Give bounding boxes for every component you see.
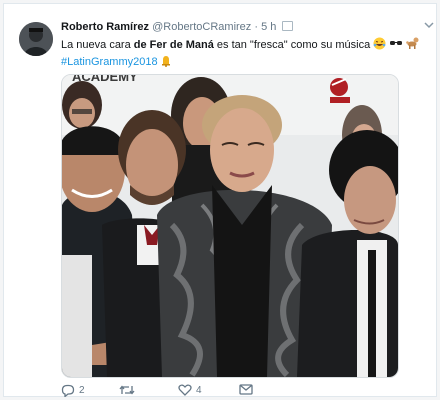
tweet-text-bold: de Fer de Maná xyxy=(133,39,214,51)
like-count: 4 xyxy=(196,384,202,396)
reply-count: 2 xyxy=(79,385,85,396)
tweet-text-pre: La nueva cara xyxy=(61,39,134,51)
tweet-text-post: es tan "fresca" como su música xyxy=(213,39,371,51)
translate-icon[interactable] xyxy=(282,21,294,31)
retweet-icon[interactable] xyxy=(119,384,135,396)
tweet-photo[interactable]: ACADEMY xyxy=(61,74,399,378)
reply-icon[interactable] xyxy=(61,384,75,397)
message-action[interactable] xyxy=(239,384,253,395)
tweet-header: Roberto Ramírez @RobertoCRamirez · 5 h xyxy=(61,21,294,33)
like-action[interactable]: 4 xyxy=(178,384,202,396)
group-photo: ACADEMY xyxy=(62,75,398,377)
separator: · xyxy=(254,21,259,33)
message-icon[interactable] xyxy=(239,384,253,395)
bell-emoji xyxy=(161,55,171,72)
like-icon[interactable] xyxy=(178,384,192,396)
tweet-card: Roberto Ramírez @RobertoCRamirez · 5 h L… xyxy=(3,3,437,397)
chevron-down-icon[interactable] xyxy=(424,21,434,31)
sunglasses-emoji xyxy=(389,37,403,55)
avatar[interactable] xyxy=(19,22,53,56)
tweet-text: La nueva cara de Fer de Maná es tan "fre… xyxy=(61,37,431,72)
reply-action[interactable]: 2 xyxy=(61,384,85,397)
laughing-emoji xyxy=(373,37,386,55)
hashtag-link[interactable]: #LatinGrammy2018 xyxy=(61,56,158,68)
author-name[interactable]: Roberto Ramírez xyxy=(61,21,149,33)
retweet-action[interactable] xyxy=(119,384,139,396)
author-handle[interactable]: @RobertoCRamirez xyxy=(152,21,251,33)
poodle-emoji xyxy=(406,37,420,55)
tweet-actions: 2 4 xyxy=(61,384,401,398)
timestamp[interactable]: 5 h xyxy=(261,21,276,33)
